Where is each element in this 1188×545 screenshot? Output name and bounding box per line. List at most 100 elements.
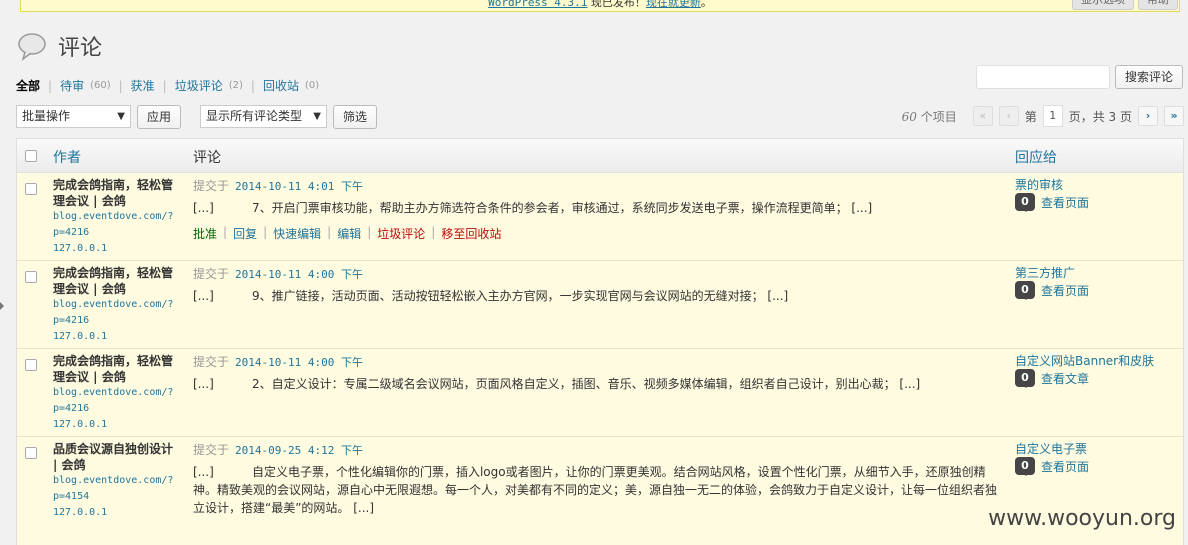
response-post-link[interactable]: 第三方推广: [1015, 265, 1180, 281]
submitted-on: 提交于 2014-09-25 4:12 下午: [193, 443, 363, 457]
notice-text: 现已发布！: [590, 0, 646, 9]
filter-pending[interactable]: 待审: [60, 77, 84, 94]
comment-author-name: 完成会鸽指南，轻松管理会议 | 会鸽: [53, 354, 174, 384]
response-view: 0 查看页面: [1015, 457, 1180, 476]
search-comments-button[interactable]: 搜索评论: [1114, 65, 1183, 89]
comment-author-ip[interactable]: 127.0.0.1: [53, 419, 107, 430]
trash-action[interactable]: 移至回收站: [441, 225, 501, 242]
comment-date-link[interactable]: 2014-10-11 4:00 下午: [235, 356, 363, 369]
row-actions: 批准 | 回复 | 快速编辑 | 编辑 | 垃圾评论 | 移至回收站: [193, 225, 501, 242]
comment-author-name: 品质会议源自独创设计 | 会鸽: [53, 442, 174, 472]
reply-action[interactable]: 回复: [233, 225, 257, 242]
displaying-num: 60 个项目: [901, 109, 957, 124]
view-page-link[interactable]: 查看页面: [1041, 458, 1089, 475]
comment-author-ip[interactable]: 127.0.0.1: [53, 243, 107, 254]
comment-count-bubble-icon[interactable]: 0: [1015, 281, 1035, 300]
approve-action[interactable]: 批准: [193, 225, 217, 242]
dropdown-arrow-icon: ▼: [117, 111, 125, 122]
comment-type-value: 显示所有评论类型: [206, 109, 303, 123]
view-page-link[interactable]: 查看页面: [1041, 194, 1089, 211]
response-view: 0 查看页面: [1015, 281, 1180, 300]
comment-text: [...] 2、自定义设计：专属二级域名会议网站，页面风格自定义，插图、音乐、视…: [193, 377, 921, 391]
table-header: 作者 评论 回应给: [17, 139, 1183, 173]
next-page-button[interactable]: ›: [1138, 106, 1158, 126]
submitted-on: 提交于 2014-10-11 4:01 下午: [193, 179, 363, 193]
filter-approved[interactable]: 获准: [131, 77, 155, 94]
action-separator: |: [327, 225, 332, 239]
action-separator: |: [431, 225, 436, 239]
comments-table: 作者 评论 回应给 完成会鸽指南，轻松管理会议 | 会鸽 blog.eventd…: [16, 138, 1184, 545]
filter-button[interactable]: 筛选: [333, 105, 378, 129]
response-to: 票的审核 0 查看页面: [1015, 177, 1180, 212]
screen-options-tab[interactable]: 显示选项: [1072, 0, 1134, 10]
notice-end: 。: [700, 0, 712, 9]
comment-author-ip[interactable]: 127.0.0.1: [53, 331, 107, 342]
wordpress-version-link[interactable]: WordPress 4.3.1: [488, 0, 587, 9]
response-to: 自定义电子票 0 查看页面: [1015, 441, 1180, 476]
quick-edit-action[interactable]: 快速编辑: [273, 225, 321, 242]
row-checkbox[interactable]: [25, 359, 37, 371]
comment-type-select[interactable]: 显示所有评论类型 ▼: [200, 105, 327, 128]
search-box: 搜索评论: [975, 65, 1183, 89]
comment-text: [...] 9、推广链接，活动页面、活动按钮轻松嵌入主办方官网，一步实现官网与会…: [193, 289, 789, 303]
filter-separator: |: [118, 78, 123, 93]
spam-action[interactable]: 垃圾评论: [377, 225, 425, 242]
page-header: 评论: [16, 30, 102, 62]
pagination: 60 个项目 « ‹ 第 1 页，共 3 页 › »: [902, 105, 1184, 127]
bulk-actions-select[interactable]: 批量操作 ▼: [16, 105, 131, 128]
submitted-on: 提交于 2014-10-11 4:00 下午: [193, 355, 363, 369]
comment-date-link[interactable]: 2014-10-11 4:00 下午: [235, 268, 363, 281]
apply-button[interactable]: 应用: [137, 105, 182, 129]
row-checkbox[interactable]: [25, 447, 37, 459]
view-post-link[interactable]: 查看文章: [1041, 370, 1089, 387]
comment-count-bubble-icon[interactable]: 0: [1015, 369, 1035, 388]
current-page-input[interactable]: 1: [1042, 105, 1063, 127]
comment-text: [...] 7、开启门票审核功能，帮助主办方筛选符合条件的参会者，审核通过，系统…: [193, 201, 873, 215]
dropdown-arrow-icon: ▼: [313, 111, 321, 122]
table-row: 完成会鸽指南，轻松管理会议 | 会鸽 blog.eventdove.com/?p…: [17, 261, 1183, 349]
bulk-actions-value: 批量操作: [22, 109, 71, 123]
response-post-link[interactable]: 票的审核: [1015, 177, 1180, 193]
comment-author-url[interactable]: blog.eventdove.com/?p=4154: [53, 473, 178, 505]
screen-meta-links: 显示选项 帮助: [1072, 0, 1178, 10]
update-notice: WordPress 4.3.1 现已发布！现在就更新。: [20, 0, 1180, 12]
help-tab[interactable]: 帮助: [1138, 0, 1178, 10]
row-checkbox[interactable]: [25, 183, 37, 195]
first-page-button[interactable]: «: [972, 106, 993, 126]
column-author[interactable]: 作者: [53, 147, 81, 167]
watermark: www.wooyun.org: [988, 506, 1176, 531]
row-checkbox[interactable]: [25, 271, 37, 283]
filter-all[interactable]: 全部: [16, 77, 40, 94]
action-separator: |: [223, 225, 228, 239]
collapse-arrow-icon[interactable]: [0, 296, 4, 316]
comment-author-name: 完成会鸽指南，轻松管理会议 | 会鸽: [53, 178, 174, 208]
comment-author-url[interactable]: blog.eventdove.com/?p=4216: [53, 385, 178, 417]
comment-author-name: 完成会鸽指南，轻松管理会议 | 会鸽: [53, 266, 174, 296]
response-post-link[interactable]: 自定义网站Banner和皮肤: [1015, 353, 1180, 369]
filter-spam[interactable]: 垃圾评论: [175, 77, 223, 94]
table-row: 完成会鸽指南，轻松管理会议 | 会鸽 blog.eventdove.com/?p…: [17, 173, 1183, 261]
table-row: 完成会鸽指南，轻松管理会议 | 会鸽 blog.eventdove.com/?p…: [17, 349, 1183, 437]
comment-date-link[interactable]: 2014-10-11 4:01 下午: [235, 180, 363, 193]
filter-trash[interactable]: 回收站: [263, 77, 299, 94]
update-now-link[interactable]: 现在就更新: [646, 0, 701, 9]
filter-separator: |: [48, 78, 53, 93]
page-suffix: 页，共 3 页: [1068, 109, 1132, 124]
response-post-link[interactable]: 自定义电子票: [1015, 441, 1180, 457]
prev-page-button[interactable]: ‹: [998, 106, 1019, 126]
comment-date-link[interactable]: 2014-09-25 4:12 下午: [235, 444, 363, 457]
comment-count-bubble-icon[interactable]: 0: [1015, 457, 1035, 476]
view-page-link[interactable]: 查看页面: [1041, 282, 1089, 299]
response-to: 自定义网站Banner和皮肤 0 查看文章: [1015, 353, 1180, 388]
edit-action[interactable]: 编辑: [337, 225, 361, 242]
comments-icon: [18, 33, 46, 61]
comment-author-ip[interactable]: 127.0.0.1: [53, 507, 107, 518]
last-page-button[interactable]: »: [1164, 106, 1184, 126]
column-response[interactable]: 回应给: [1015, 147, 1057, 167]
select-all-checkbox[interactable]: [25, 150, 37, 162]
comment-count-bubble-icon[interactable]: 0: [1015, 193, 1035, 212]
comment-text: [...] 自定义电子票，个性化编辑你的门票，插入logo或者图片，让你的门票更…: [193, 465, 998, 515]
comment-author-url[interactable]: blog.eventdove.com/?p=4216: [53, 209, 178, 241]
comment-author-url[interactable]: blog.eventdove.com/?p=4216: [53, 297, 178, 329]
search-input[interactable]: [975, 65, 1110, 89]
